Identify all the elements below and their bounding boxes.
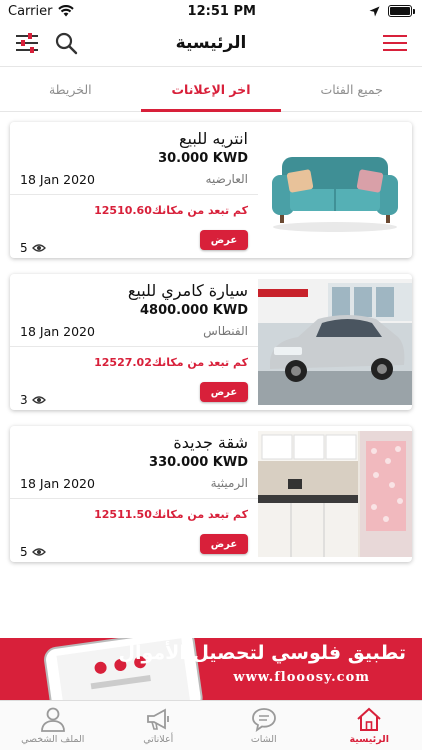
status-bar: Carrier 12:51 PM bbox=[0, 0, 422, 22]
home-icon bbox=[357, 707, 381, 731]
listing-distance: كم تبعد من مكانك12511.50 bbox=[20, 507, 248, 523]
listing-card[interactable]: شقة جديدة 330.000 KWD 18 Jan 2020 الرميث… bbox=[10, 426, 412, 562]
listing-price: 4800.000 KWD bbox=[140, 303, 248, 318]
nav-bar: الرئيسية bbox=[0, 22, 422, 64]
views-count: 5 bbox=[20, 241, 46, 255]
listing-title: انتريه للبيع bbox=[178, 129, 248, 148]
eye-icon bbox=[31, 396, 46, 404]
menu-hamburger-icon[interactable] bbox=[382, 33, 408, 53]
status-right bbox=[369, 5, 415, 17]
listing-price: 330.000 KWD bbox=[149, 455, 248, 470]
nav-left-actions bbox=[14, 31, 78, 55]
listing-distance: كم تبعد من مكانك12527.02 bbox=[20, 355, 248, 371]
listing-price: 30.000 KWD bbox=[158, 151, 248, 166]
kitchen-photo bbox=[258, 431, 412, 557]
tabbar-chat-label: الشات bbox=[250, 734, 277, 745]
views-count: 5 bbox=[20, 545, 46, 559]
promo-banner[interactable]: تطبيق فلوسي لتحصيل الأموال www.flooosy.c… bbox=[0, 638, 422, 700]
tabbar-chat[interactable]: الشات bbox=[211, 701, 317, 750]
eye-icon bbox=[31, 548, 46, 556]
divider bbox=[10, 194, 258, 195]
megaphone-icon bbox=[147, 708, 170, 730]
listing-location: الرميثية bbox=[210, 476, 248, 490]
listing-actions: 5 عرض bbox=[20, 529, 248, 559]
tabbar-home[interactable]: الرئيسية bbox=[317, 701, 422, 750]
listing-title: شقة جديدة bbox=[173, 433, 248, 452]
tab-map[interactable]: الخريطة bbox=[0, 67, 141, 111]
listing-date: 18 Jan 2020 bbox=[20, 323, 95, 339]
listing-distance: كم تبعد من مكانك12510.60 bbox=[20, 203, 248, 219]
battery-icon bbox=[388, 5, 415, 17]
listing-date: 18 Jan 2020 bbox=[20, 475, 95, 491]
show-button[interactable]: عرض bbox=[200, 382, 248, 402]
distance-label: كم تبعد من مكانك bbox=[151, 508, 248, 521]
eye-icon bbox=[31, 244, 46, 252]
listing-card[interactable]: سيارة كامري للبيع 4800.000 KWD 18 Jan 20… bbox=[10, 274, 412, 410]
chat-icon bbox=[251, 708, 276, 732]
tabbar-my-ads-label: أعلاناتي bbox=[143, 734, 174, 745]
category-tabs: جميع الفئات اخر الإعلانات الخريطة bbox=[0, 66, 422, 112]
listing-location: العارضيه bbox=[205, 172, 248, 186]
listings-list: انتريه للبيع 30.000 KWD 18 Jan 2020 العا… bbox=[10, 122, 412, 578]
search-icon[interactable] bbox=[54, 31, 78, 55]
listing-actions: 5 عرض bbox=[20, 225, 248, 255]
listing-actions: 3 عرض bbox=[20, 377, 248, 407]
status-left: Carrier bbox=[8, 3, 75, 19]
banner-url: www.flooosy.com bbox=[233, 670, 370, 685]
wifi-icon bbox=[58, 5, 75, 17]
carrier-label: Carrier bbox=[8, 3, 53, 19]
listing-info: انتريه للبيع 30.000 KWD 18 Jan 2020 العا… bbox=[10, 122, 258, 258]
listing-date: 18 Jan 2020 bbox=[20, 171, 95, 187]
distance-label: كم تبعد من مكانك bbox=[151, 356, 248, 369]
show-button[interactable]: عرض bbox=[200, 230, 248, 250]
filter-sliders-icon[interactable] bbox=[14, 32, 40, 54]
banner-headline: تطبيق فلوسي لتحصيل الأموال bbox=[118, 642, 407, 664]
divider bbox=[10, 498, 258, 499]
location-arrow-icon bbox=[369, 6, 380, 16]
profile-icon bbox=[40, 707, 65, 732]
listing-title: سيارة كامري للبيع bbox=[127, 281, 248, 300]
sofa-photo bbox=[258, 127, 412, 253]
listing-meta-row: 18 Jan 2020 الرميثية bbox=[20, 472, 248, 494]
distance-value: 12511.50 bbox=[94, 508, 152, 521]
tabbar-profile[interactable]: الملف الشخصي bbox=[0, 701, 106, 750]
distance-label: كم تبعد من مكانك bbox=[151, 204, 248, 217]
listing-meta-row: 18 Jan 2020 العارضيه bbox=[20, 168, 248, 190]
divider bbox=[10, 346, 258, 347]
views-number: 5 bbox=[20, 241, 28, 255]
tabbar-profile-label: الملف الشخصي bbox=[21, 734, 85, 745]
show-button[interactable]: عرض bbox=[200, 534, 248, 554]
clock: 12:51 PM bbox=[187, 3, 256, 19]
listing-info: شقة جديدة 330.000 KWD 18 Jan 2020 الرميث… bbox=[10, 426, 258, 562]
distance-value: 12527.02 bbox=[94, 356, 152, 369]
listing-card[interactable]: انتريه للبيع 30.000 KWD 18 Jan 2020 العا… bbox=[10, 122, 412, 258]
tab-latest-ads[interactable]: اخر الإعلانات bbox=[140, 67, 282, 112]
car-photo bbox=[258, 279, 412, 405]
distance-value: 12510.60 bbox=[94, 204, 152, 217]
views-count: 3 bbox=[20, 393, 46, 407]
listing-info: سيارة كامري للبيع 4800.000 KWD 18 Jan 20… bbox=[10, 274, 258, 410]
listing-meta-row: 18 Jan 2020 الفنطاس bbox=[20, 320, 248, 342]
views-number: 3 bbox=[20, 393, 28, 407]
listing-location: الفنطاس bbox=[203, 324, 248, 338]
tabbar-home-label: الرئيسية bbox=[349, 734, 389, 745]
views-number: 5 bbox=[20, 545, 28, 559]
tabbar-my-ads[interactable]: أعلاناتي bbox=[106, 701, 212, 750]
tab-all-categories[interactable]: جميع الفئات bbox=[281, 67, 422, 111]
bottom-tab-bar: الرئيسية الشات أعلاناتي الملف الشخصي bbox=[0, 700, 422, 750]
